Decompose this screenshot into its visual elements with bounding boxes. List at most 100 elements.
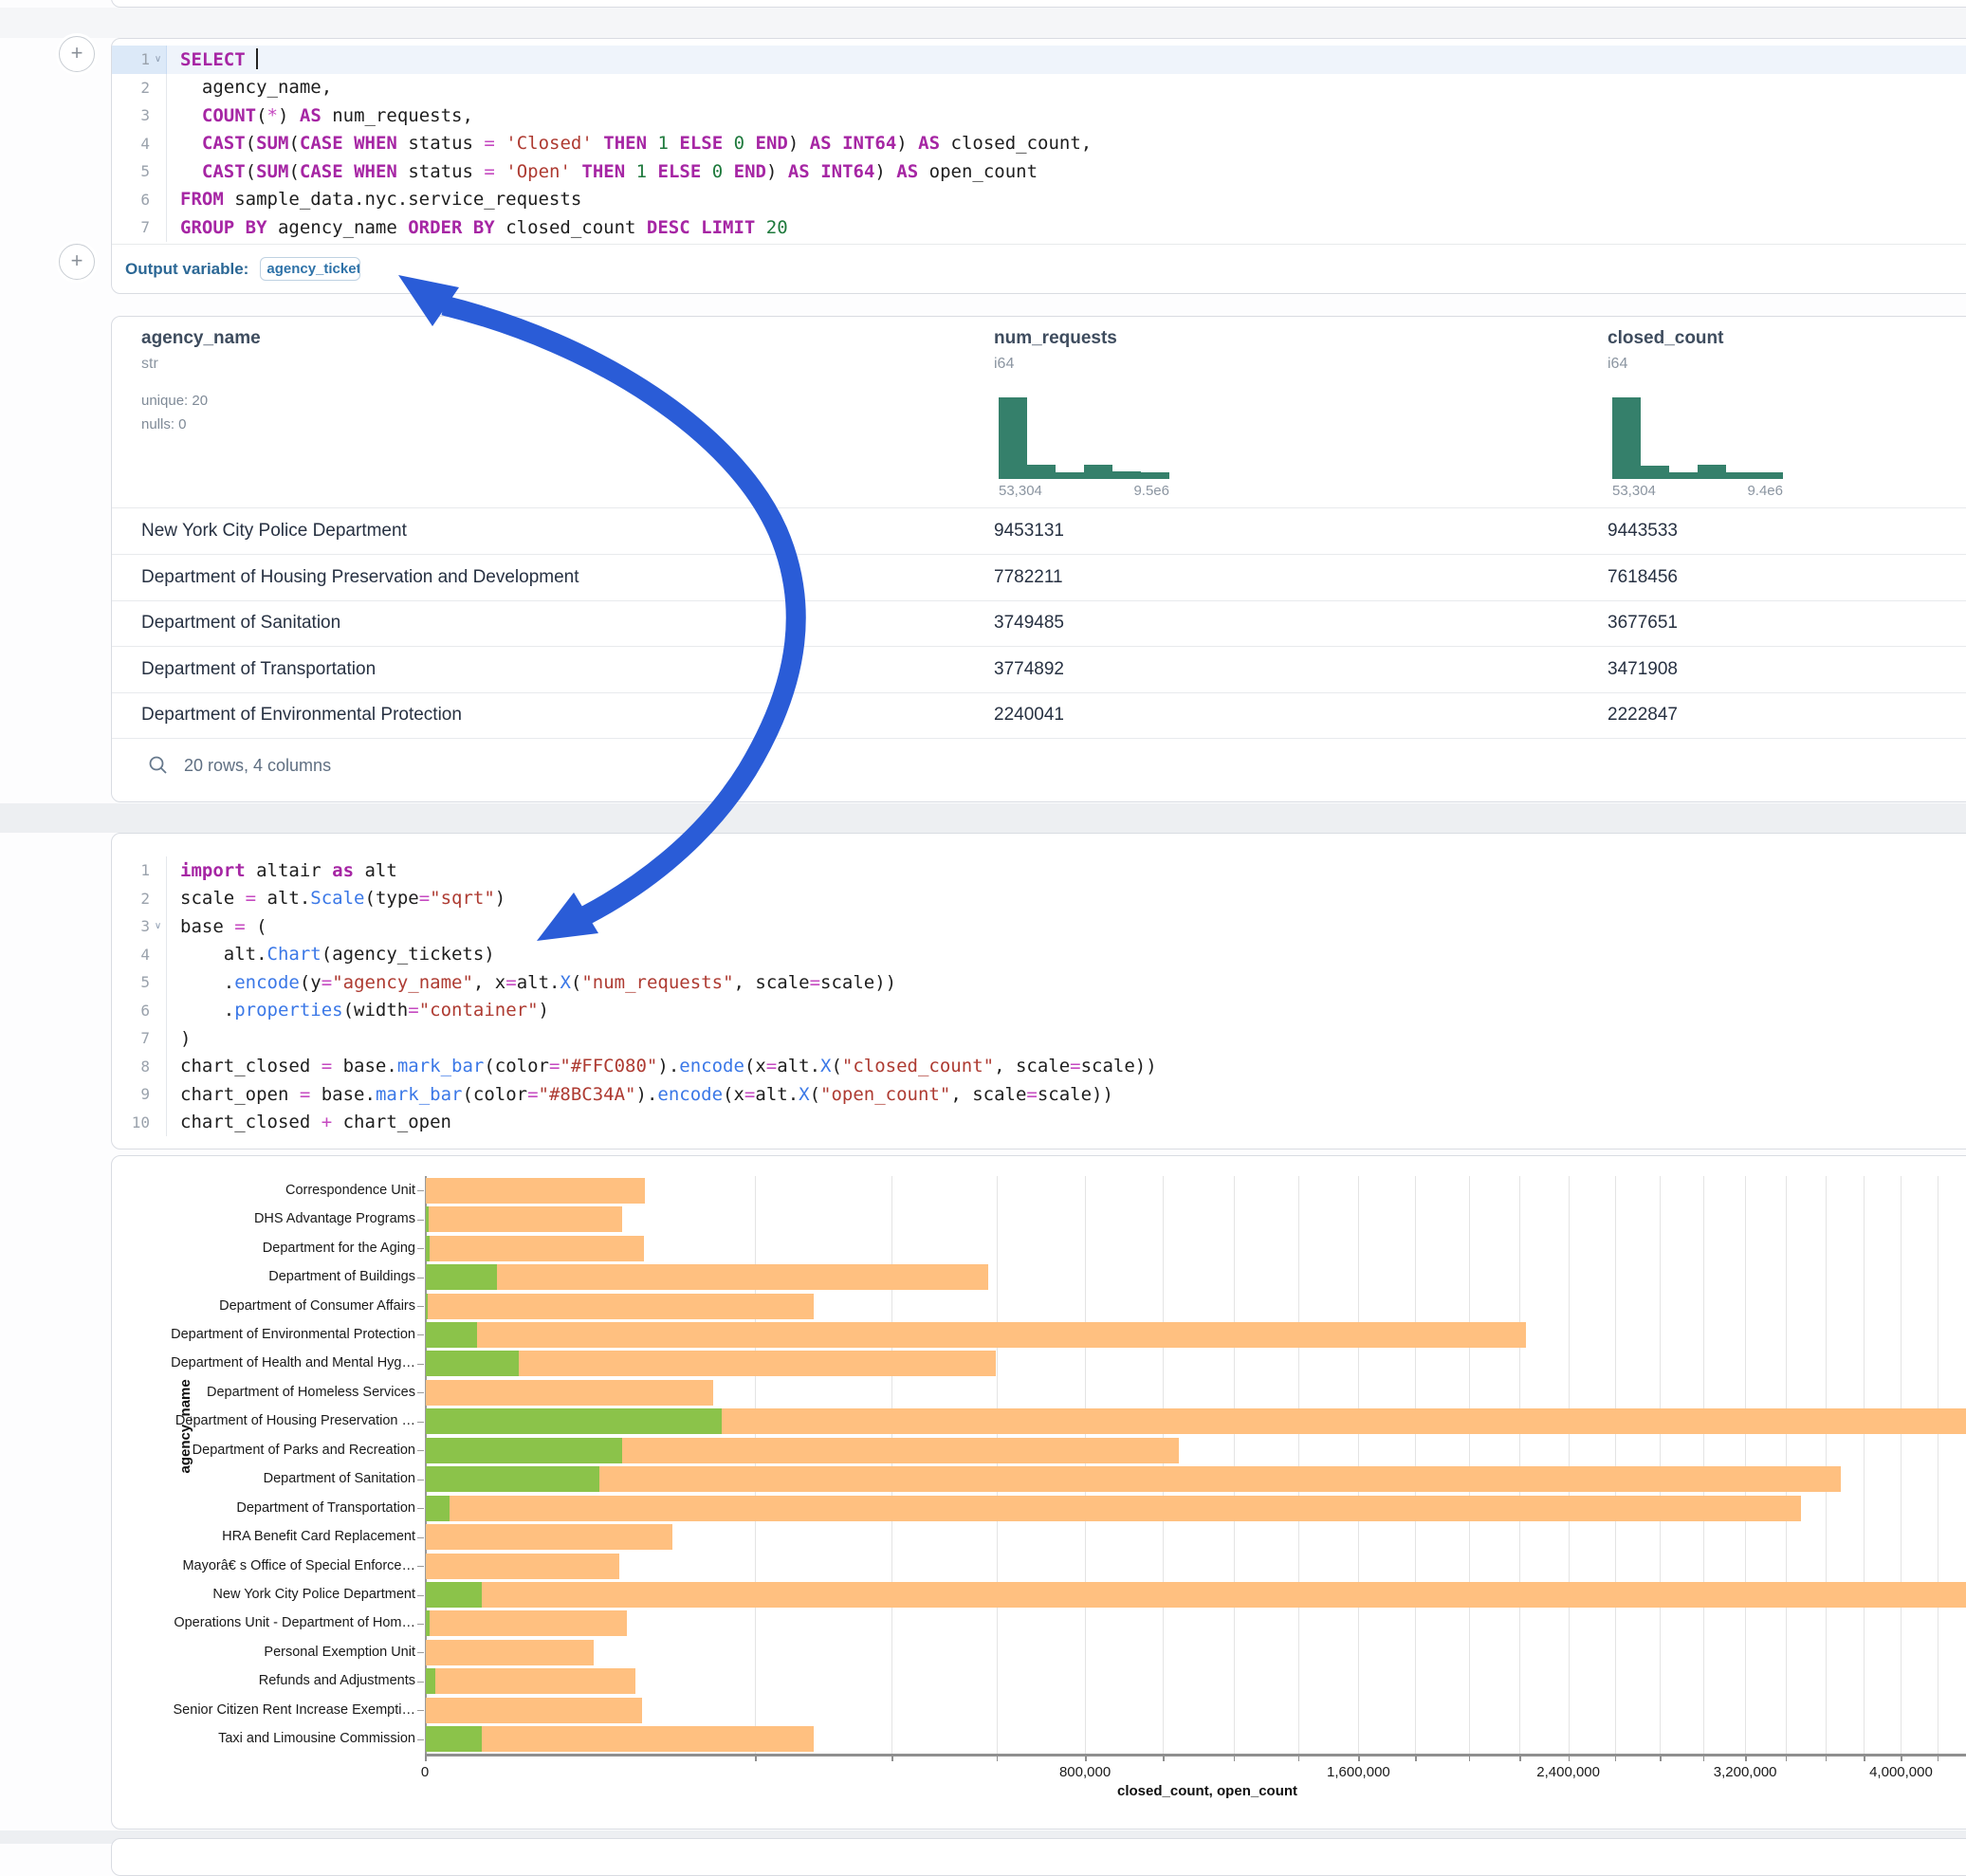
table-cell: 3774892 <box>994 659 1064 680</box>
x-tick <box>755 1756 757 1761</box>
x-tick <box>1786 1756 1788 1761</box>
column-histogram <box>1612 397 1783 479</box>
x-tick <box>1660 1756 1662 1761</box>
fold-chevron-icon[interactable]: ∨ <box>150 922 166 931</box>
table-cell: Department of Housing Preservation and D… <box>141 567 579 588</box>
bar-open_count <box>426 1351 519 1376</box>
gap-strip-after-table <box>0 803 1966 833</box>
code-line: 4 alt.Chart(agency_tickets) <box>112 941 1966 969</box>
gridline <box>1660 1176 1661 1754</box>
histogram-range-labels: 53,3049.5e6 <box>999 483 1169 499</box>
gridline <box>1358 1176 1359 1754</box>
bar-open_count <box>426 1668 435 1694</box>
line-number: 2 <box>112 79 150 97</box>
code-line: 2 agency_name, <box>112 74 1966 102</box>
y-axis-label: Department of Consumer Affairs <box>140 1298 415 1314</box>
python-code-cell[interactable]: 1import altair as alt2scale = alt.Scale(… <box>111 833 1966 1150</box>
bar-open_count <box>426 1206 429 1232</box>
line-number: 1 <box>112 50 150 68</box>
bar-closed_count <box>426 1610 627 1636</box>
table-cell: Department of Environmental Protection <box>141 705 462 726</box>
python-code-editor[interactable]: 1import altair as alt2scale = alt.Scale(… <box>112 834 1966 1136</box>
gridline <box>1745 1176 1746 1754</box>
y-tick <box>417 1624 424 1625</box>
y-axis-label: New York City Police Department <box>140 1587 415 1602</box>
line-number: 6 <box>112 191 150 209</box>
bar-open_count <box>426 1294 428 1319</box>
table-cell: New York City Police Department <box>141 521 407 542</box>
bar-closed_count <box>426 1322 1526 1348</box>
gridline <box>1469 1176 1470 1754</box>
histogram-bar <box>1027 465 1056 479</box>
sql-code-cell[interactable]: 1∨SELECT 2 agency_name,3 COUNT(*) AS num… <box>111 38 1966 294</box>
x-axis-tick-label: 4,000,000 <box>1869 1764 1933 1780</box>
table-cell: 9453131 <box>994 521 1064 542</box>
column-histogram <box>999 397 1169 479</box>
table-row: Department of Sanitation37494853677651 <box>112 600 1966 646</box>
x-tick <box>1358 1756 1360 1761</box>
code-line: 5 CAST(SUM(CASE WHEN status = 'Open' THE… <box>112 157 1966 186</box>
gridline <box>1298 1176 1299 1754</box>
y-tick <box>417 1248 424 1249</box>
fold-chevron-icon[interactable]: ∨ <box>150 55 166 64</box>
bar-closed_count <box>426 1380 713 1406</box>
x-axis-title: closed_count, open_count <box>1117 1783 1297 1799</box>
y-tick <box>417 1422 424 1423</box>
output-variable-badge[interactable]: agency_tickets <box>260 257 360 281</box>
line-number: 7 <box>112 218 150 236</box>
sql-code-editor[interactable]: 1∨SELECT 2 agency_name,3 COUNT(*) AS num… <box>112 39 1966 242</box>
bar-closed_count <box>426 1698 642 1723</box>
bar-closed_count <box>426 1726 814 1752</box>
code-line: 3 COUNT(*) AS num_requests, <box>112 101 1966 130</box>
bar-open_count <box>426 1264 497 1290</box>
y-tick <box>417 1739 424 1740</box>
y-axis-label: Personal Exemption Unit <box>140 1645 415 1660</box>
line-number: 3 <box>112 106 150 124</box>
column-type: str <box>141 356 158 373</box>
table-row: Department of Environmental Protection22… <box>112 692 1966 738</box>
add-cell-button[interactable]: + <box>59 244 95 280</box>
line-number: 2 <box>112 890 150 908</box>
search-icon[interactable] <box>148 755 169 776</box>
previous-cell-edge <box>111 0 1966 8</box>
y-tick <box>417 1710 424 1711</box>
bar-closed_count <box>426 1264 988 1290</box>
histogram-bar <box>1612 397 1641 479</box>
x-tick <box>1864 1756 1865 1761</box>
y-tick <box>417 1566 424 1567</box>
bar-open_count <box>426 1322 477 1348</box>
x-axis-tick-label: 1,600,000 <box>1327 1764 1390 1780</box>
x-tick <box>1745 1756 1747 1761</box>
bar-open_count <box>426 1726 482 1752</box>
output-variable-label: Output variable: <box>125 260 248 279</box>
x-tick <box>1085 1756 1087 1761</box>
histogram-bar <box>1056 472 1084 479</box>
x-tick <box>997 1756 999 1761</box>
divider <box>112 738 1966 739</box>
y-axis-label: Operations Unit - Department of Hom… <box>140 1615 415 1630</box>
y-axis-label: DHS Advantage Programs <box>140 1211 415 1226</box>
column-stat: nulls: 0 <box>141 416 187 432</box>
bar-open_count <box>426 1496 450 1521</box>
y-axis-label: Department of Sanitation <box>140 1471 415 1486</box>
histogram-bar <box>1084 465 1112 479</box>
code-line: 8chart_closed = base.mark_bar(color="#FF… <box>112 1053 1966 1081</box>
gridline <box>1786 1176 1787 1754</box>
gridline <box>1519 1176 1520 1754</box>
bar-closed_count <box>426 1206 622 1232</box>
y-tick <box>417 1450 424 1451</box>
y-tick <box>417 1392 424 1393</box>
y-tick <box>417 1537 424 1538</box>
gridline <box>1864 1176 1865 1754</box>
bar-open_count <box>426 1408 722 1434</box>
add-cell-button[interactable]: + <box>59 36 95 72</box>
bar-closed_count <box>426 1466 1841 1492</box>
y-axis-label: Senior Citizen Rent Increase Exempti… <box>140 1702 415 1718</box>
x-axis-tick-label: 0 <box>421 1764 429 1780</box>
x-tick <box>1615 1756 1617 1761</box>
x-tick <box>1469 1756 1471 1761</box>
chart-output-card: Correspondence UnitDHS Advantage Program… <box>111 1155 1966 1830</box>
bar-closed_count <box>426 1554 619 1579</box>
bar-open_count <box>426 1582 482 1608</box>
line-number: 10 <box>112 1113 150 1131</box>
